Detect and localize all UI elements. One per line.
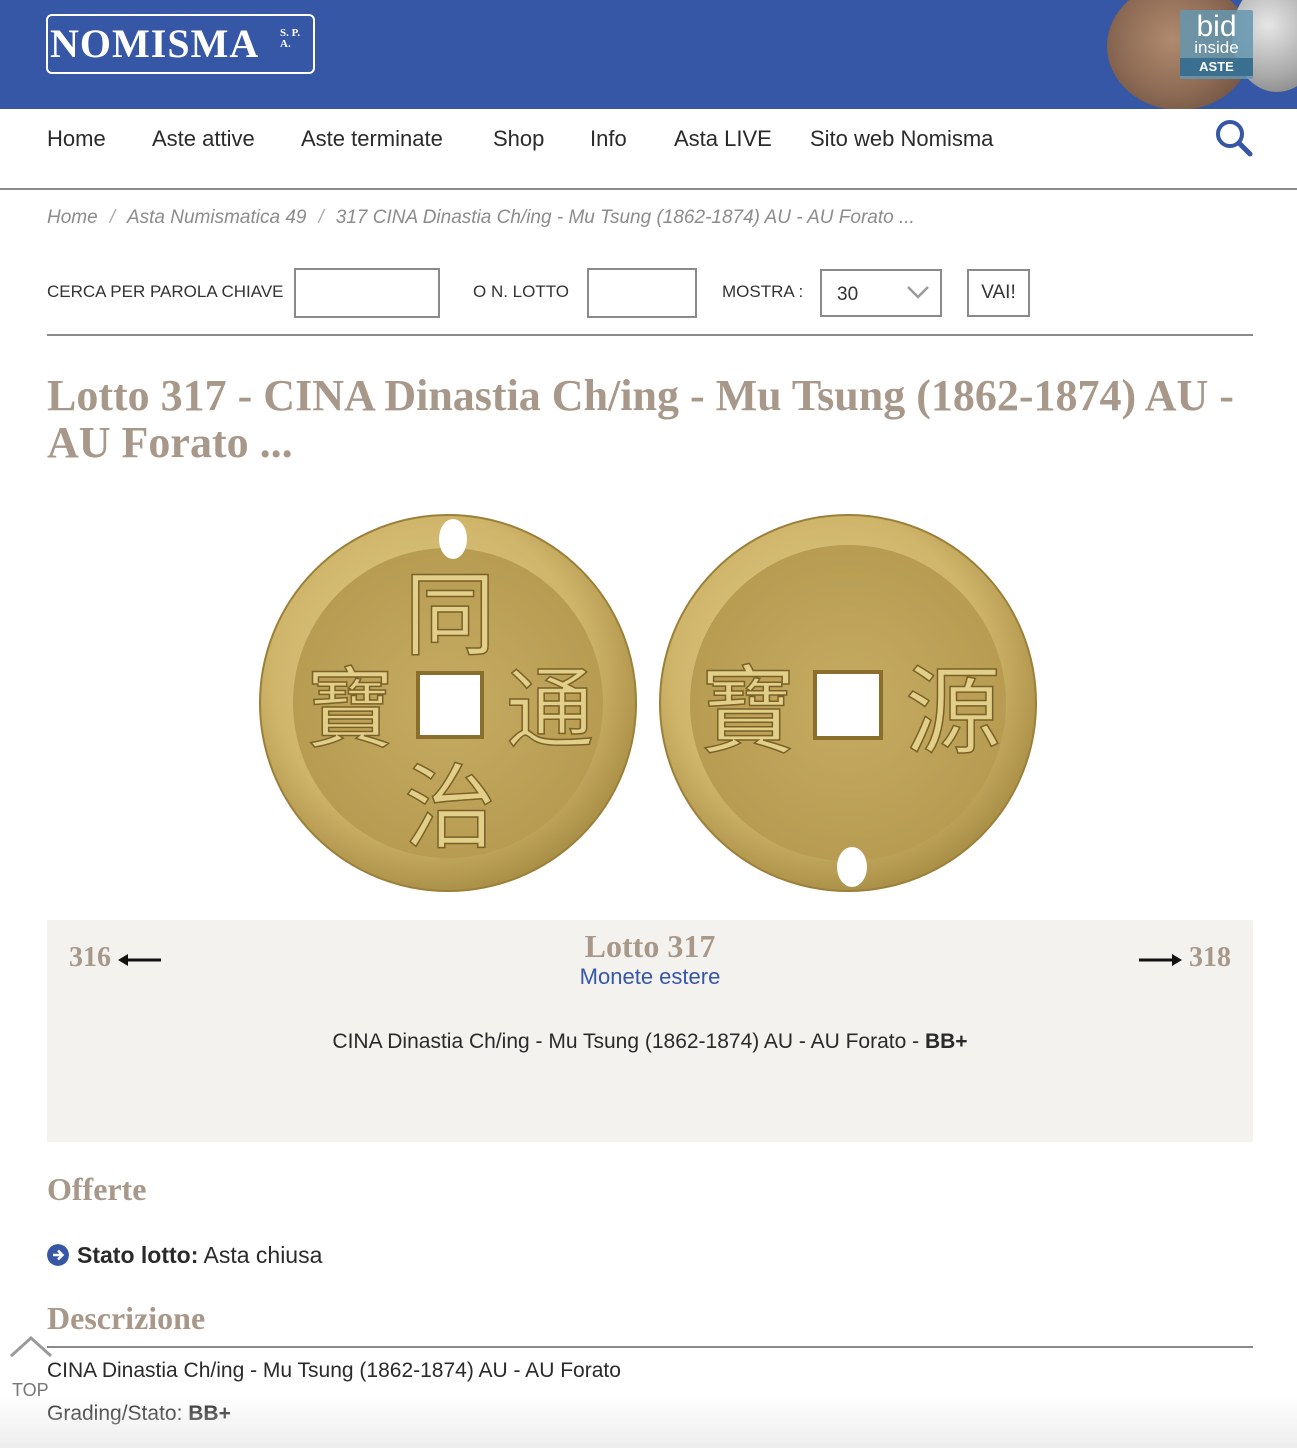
arrow-circle-icon [47, 1243, 69, 1266]
svg-text:同: 同 [404, 562, 496, 669]
svg-text:治: 治 [404, 755, 496, 862]
coin-obverse: 同 治 通 寶 [259, 514, 637, 892]
svg-text:源: 源 [905, 656, 1001, 768]
nav-item-aste-terminate[interactable]: Aste terminate [301, 125, 443, 153]
breadcrumb-home[interactable]: Home [47, 207, 98, 228]
chevron-down-icon [907, 286, 929, 299]
coin-reverse: 寶 源 [659, 514, 1037, 892]
chevron-up-icon [9, 1335, 53, 1358]
show-label: MOSTRA : [722, 282, 804, 301]
keyword-input[interactable] [294, 268, 440, 318]
logo-wordmark: NOMISMA [50, 21, 260, 66]
search-submit-button[interactable]: VAI! [967, 269, 1030, 317]
arrow-right-icon [1139, 953, 1182, 966]
lot-number-input[interactable] [587, 268, 697, 318]
next-lot-number: 318 [1189, 942, 1231, 973]
results-per-page-value: 30 [837, 284, 859, 305]
nav-item-home[interactable]: Home [47, 125, 106, 153]
badge-line2: inside [1194, 38, 1239, 57]
grading-line: Grading/Stato: BB+ [47, 1402, 231, 1426]
lot-number-label: O N. LOTTO [473, 282, 570, 301]
badge-line3: ASTE [1180, 58, 1253, 76]
nav-item-asta-live[interactable]: Asta LIVE [674, 125, 772, 153]
lot-category-link[interactable]: Monete estere [580, 964, 721, 989]
nav-item-info[interactable]: Info [590, 125, 627, 153]
search-icon[interactable] [1215, 119, 1253, 157]
lot-number-heading: Lotto 317 [584, 928, 716, 964]
lot-nav-panel: 316 Lotto 317 Monete estere 318 CINA Din… [47, 920, 1253, 1142]
badge-line1: bid [1196, 10, 1237, 43]
description-divider [47, 1346, 1253, 1348]
lot-short-description: CINA Dinastia Ch/ing - Mu Tsung (1862-18… [47, 1030, 1253, 1054]
svg-text:通: 通 [506, 658, 594, 761]
breadcrumb-auction[interactable]: Asta Numismatica 49 [127, 207, 307, 228]
lot-status-value: Asta chiusa [203, 1242, 323, 1268]
bidinside-badge[interactable]: bid inside ASTE [1180, 10, 1253, 79]
nav-item-sito-web[interactable]: Sito web Nomisma [810, 125, 993, 153]
next-lot-link[interactable]: 318 [1138, 942, 1231, 974]
breadcrumb-current: 317 CINA Dinastia Ch/ing - Mu Tsung (186… [335, 207, 915, 228]
lot-status-label: Stato lotto: [77, 1242, 199, 1268]
main-nav: Home Aste attive Aste terminate Shop Inf… [0, 109, 1297, 190]
breadcrumb: Home / Asta Numismatica 49/317 CINA Dinast… [47, 207, 915, 228]
keyword-label: CERCA PER PAROLA CHIAVE [47, 282, 284, 301]
search-bar: CERCA PER PAROLA CHIAVE O N. LOTTO MOSTR… [47, 268, 1253, 336]
description-heading: Descrizione [47, 1300, 206, 1336]
nav-item-shop[interactable]: Shop [493, 125, 544, 153]
logo-suffix: S. P. A. [280, 27, 301, 50]
svg-text:寶: 寶 [306, 658, 394, 761]
grading-label: Grading/Stato: [47, 1402, 189, 1425]
svg-text:寶: 寶 [700, 656, 796, 768]
back-to-top-button[interactable]: TOP [8, 1334, 54, 1404]
offers-heading: Offerte [47, 1171, 147, 1207]
page-title: Lotto 317 - CINA Dinastia Ch/ing - Mu Ts… [47, 371, 1234, 467]
grading-value: BB+ [188, 1402, 231, 1425]
nav-item-aste-attive[interactable]: Aste attive [152, 125, 255, 153]
site-header: NOMISMA S. P. A. bid inside ASTE [0, 0, 1297, 109]
lot-short-text: CINA Dinastia Ch/ing - Mu Tsung (1862-18… [332, 1030, 925, 1053]
description-text: CINA Dinastia Ch/ing - Mu Tsung (1862-18… [47, 1359, 621, 1382]
back-to-top-label: TOP [12, 1380, 49, 1400]
results-per-page-select[interactable]: 30 [820, 269, 942, 317]
lot-coin-image[interactable]: 同 治 通 寶 寶 源 [255, 505, 1045, 905]
lot-short-grade: BB+ [924, 1030, 968, 1053]
nomisma-logo[interactable]: NOMISMA S. P. A. [46, 14, 315, 74]
lot-status: Stato lotto: Asta chiusa [47, 1242, 322, 1269]
